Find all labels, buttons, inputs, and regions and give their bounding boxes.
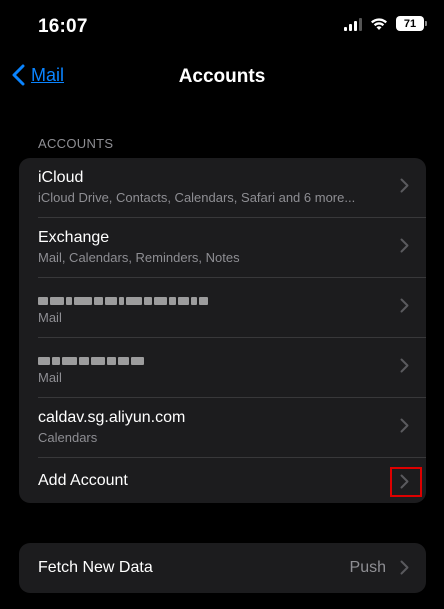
account-row-caldav[interactable]: caldav.sg.aliyun.com Calendars — [38, 398, 426, 458]
add-account-label: Add Account — [38, 472, 128, 489]
account-title: iCloud — [38, 169, 84, 186]
status-bar: 16:07 71 — [0, 0, 444, 50]
account-title: caldav.sg.aliyun.com — [38, 409, 186, 426]
chevron-right-icon — [400, 560, 409, 575]
account-row-exchange[interactable]: Exchange Mail, Calendars, Reminders, Not… — [38, 218, 426, 278]
status-icons: 71 — [344, 16, 427, 31]
account-subtitle: Mail — [38, 310, 62, 325]
page-title: Accounts — [178, 66, 266, 87]
fetch-new-data-row[interactable]: Fetch New Data Push — [38, 543, 426, 593]
status-time: 16:07 — [38, 16, 88, 37]
fetch-new-data-label: Fetch New Data — [38, 559, 153, 576]
chevron-right-icon — [400, 178, 409, 193]
battery-icon: 71 — [396, 16, 427, 31]
chevron-right-icon — [400, 298, 409, 313]
accounts-section-header: ACCOUNTS — [38, 136, 114, 151]
account-subtitle: Calendars — [38, 430, 98, 445]
account-title: Exchange — [38, 229, 110, 246]
account-row-redacted-2[interactable]: Mail — [38, 338, 426, 398]
navigation-bar: Mail Accounts — [0, 60, 444, 94]
redacted-account-name — [38, 354, 144, 368]
wifi-icon — [371, 17, 387, 30]
chevron-right-icon — [400, 238, 409, 253]
account-subtitle: Mail — [38, 370, 62, 385]
fetch-group: Fetch New Data Push — [19, 543, 426, 593]
accounts-list: iCloud iCloud Drive, Contacts, Calendars… — [19, 158, 426, 503]
account-row-icloud[interactable]: iCloud iCloud Drive, Contacts, Calendars… — [38, 158, 426, 218]
chevron-right-icon — [400, 358, 409, 373]
chevron-right-icon[interactable] — [400, 474, 409, 489]
account-subtitle: iCloud Drive, Contacts, Calendars, Safar… — [38, 190, 356, 205]
add-account-button[interactable]: Add Account — [38, 458, 426, 503]
account-subtitle: Mail, Calendars, Reminders, Notes — [38, 250, 240, 265]
chevron-right-icon — [400, 418, 409, 433]
account-row-redacted-1[interactable]: Mail — [38, 278, 426, 338]
redacted-account-name — [38, 294, 208, 308]
cellular-signal-icon — [344, 17, 362, 31]
fetch-new-data-value: Push — [349, 559, 386, 576]
